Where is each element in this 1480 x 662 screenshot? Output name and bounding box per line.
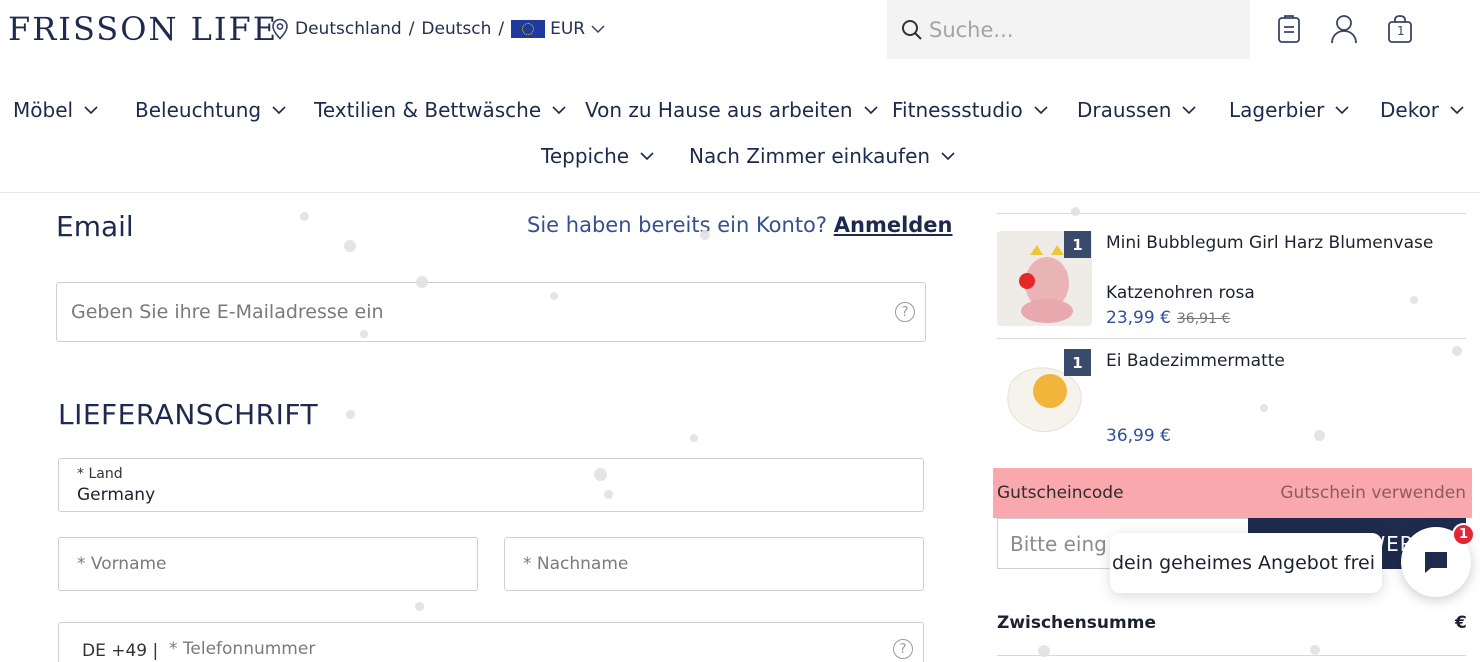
help-icon[interactable]: ? bbox=[893, 639, 913, 659]
chevron-down-icon bbox=[1450, 106, 1464, 115]
chat-icon bbox=[1425, 552, 1447, 573]
email-section-title: Email bbox=[56, 210, 134, 243]
snowflake-decoration bbox=[1071, 207, 1080, 216]
cart-divider bbox=[997, 655, 1466, 656]
snowflake-decoration bbox=[1314, 430, 1325, 441]
cart-divider bbox=[997, 338, 1466, 339]
use-coupon-link[interactable]: Gutschein verwenden bbox=[1280, 483, 1466, 503]
email-input[interactable] bbox=[71, 301, 871, 323]
subtotal-label: Zwischensumme bbox=[997, 613, 1156, 633]
lastname-input[interactable] bbox=[523, 554, 903, 574]
old-price: 36,91 € bbox=[1176, 311, 1231, 327]
help-icon[interactable]: ? bbox=[895, 302, 915, 322]
nav-item-moebel[interactable]: Möbel bbox=[13, 98, 99, 122]
currency-label: EUR bbox=[550, 19, 586, 39]
snowflake-decoration bbox=[1452, 346, 1462, 356]
cart-divider bbox=[997, 213, 1466, 214]
product-price: 23,99 € 36,91 € bbox=[1106, 308, 1230, 328]
subtotal-value: € bbox=[1455, 613, 1467, 633]
email-field[interactable]: ? bbox=[56, 282, 926, 342]
cart-count: 1 bbox=[1397, 24, 1405, 38]
country-label: * Land bbox=[77, 466, 123, 482]
country-value: Germany bbox=[77, 485, 156, 505]
country-label: Deutschland bbox=[295, 19, 402, 39]
location-pin-icon bbox=[272, 18, 288, 40]
nav-item-draussen[interactable]: Draussen bbox=[1077, 98, 1197, 122]
cart-button[interactable]: 1 bbox=[1386, 14, 1414, 44]
separator: / bbox=[498, 19, 505, 39]
chevron-down-icon bbox=[1182, 106, 1196, 115]
nav-item-teppiche[interactable]: Teppiche bbox=[541, 144, 655, 168]
snowflake-decoration bbox=[346, 410, 355, 419]
chevron-down-icon bbox=[591, 25, 605, 33]
nav-item-nach-zimmer[interactable]: Nach Zimmer einkaufen bbox=[689, 144, 956, 168]
nav-divider bbox=[0, 192, 1480, 193]
firstname-input[interactable] bbox=[77, 554, 457, 574]
snowflake-decoration bbox=[300, 212, 309, 221]
language-label: Deutsch bbox=[421, 19, 492, 39]
chevron-down-icon bbox=[640, 152, 654, 161]
chat-notification-badge: 1 bbox=[1452, 523, 1475, 546]
user-icon[interactable] bbox=[1330, 14, 1358, 44]
coupon-label: Gutscheincode bbox=[997, 483, 1124, 503]
snowflake-decoration bbox=[415, 602, 424, 611]
main-nav: Möbel Beleuchtung Textilien & Bettwäsche… bbox=[0, 98, 1480, 180]
shipping-section-title: LIEFERANSCHRIFT bbox=[58, 398, 319, 431]
phone-country-code[interactable]: DE +49 | bbox=[82, 641, 158, 661]
chat-message-bubble[interactable]: dein geheimes Angebot frei bbox=[1110, 533, 1382, 593]
separator: / bbox=[408, 19, 415, 39]
current-price: 36,99 € bbox=[1106, 426, 1171, 446]
nav-item-dekor[interactable]: Dekor bbox=[1380, 98, 1465, 122]
country-select[interactable]: * Land Germany bbox=[58, 458, 924, 512]
snowflake-decoration bbox=[690, 434, 698, 442]
chevron-down-icon bbox=[1034, 106, 1048, 115]
current-price: 23,99 € bbox=[1106, 308, 1171, 328]
account-prompt: Sie haben bereits ein Konto? Anmelden bbox=[527, 213, 953, 237]
coupon-header: Gutscheincode Gutschein verwenden bbox=[993, 468, 1472, 518]
chevron-down-icon bbox=[272, 106, 286, 115]
chevron-down-icon bbox=[941, 152, 955, 161]
phone-field[interactable]: DE +49 | ? bbox=[58, 622, 924, 662]
quantity-badge: 1 bbox=[1064, 349, 1091, 376]
snowflake-decoration bbox=[1310, 645, 1320, 655]
snowflake-decoration bbox=[344, 240, 356, 252]
nav-item-lagerbier[interactable]: Lagerbier bbox=[1229, 98, 1350, 122]
search-icon bbox=[902, 19, 922, 40]
search-input[interactable] bbox=[929, 17, 1229, 42]
product-variant: Katzenohren rosa bbox=[1106, 283, 1255, 303]
login-link[interactable]: Anmelden bbox=[834, 213, 953, 237]
nav-item-home-office[interactable]: Von zu Hause aus arbeiten bbox=[585, 98, 879, 122]
locale-selector[interactable]: Deutschland / Deutsch / EUR bbox=[270, 18, 605, 40]
phone-input[interactable] bbox=[169, 639, 849, 659]
nav-item-fitness[interactable]: Fitnessstudio bbox=[892, 98, 1049, 122]
lastname-field[interactable] bbox=[504, 537, 924, 591]
chevron-down-icon bbox=[84, 106, 98, 115]
product-name[interactable]: Ei Badezimmermatte bbox=[1106, 351, 1285, 371]
chevron-down-icon bbox=[1335, 106, 1349, 115]
clipboard-icon[interactable] bbox=[1275, 14, 1303, 44]
snowflake-decoration bbox=[1410, 296, 1418, 304]
search-box[interactable] bbox=[887, 0, 1250, 59]
product-name[interactable]: Mini Bubblegum Girl Harz Blumenvase bbox=[1106, 233, 1433, 253]
firstname-field[interactable] bbox=[58, 537, 478, 591]
nav-item-beleuchtung[interactable]: Beleuchtung bbox=[135, 98, 287, 122]
chevron-down-icon bbox=[552, 106, 566, 115]
chevron-down-icon bbox=[863, 106, 878, 115]
eu-flag-icon bbox=[511, 20, 546, 38]
account-prompt-text: Sie haben bereits ein Konto? bbox=[527, 213, 828, 237]
quantity-badge: 1 bbox=[1064, 231, 1091, 258]
logo[interactable]: FRISSON LIFE bbox=[8, 10, 278, 48]
nav-item-textilien[interactable]: Textilien & Bettwäsche bbox=[314, 98, 567, 122]
snowflake-decoration bbox=[1260, 404, 1268, 412]
